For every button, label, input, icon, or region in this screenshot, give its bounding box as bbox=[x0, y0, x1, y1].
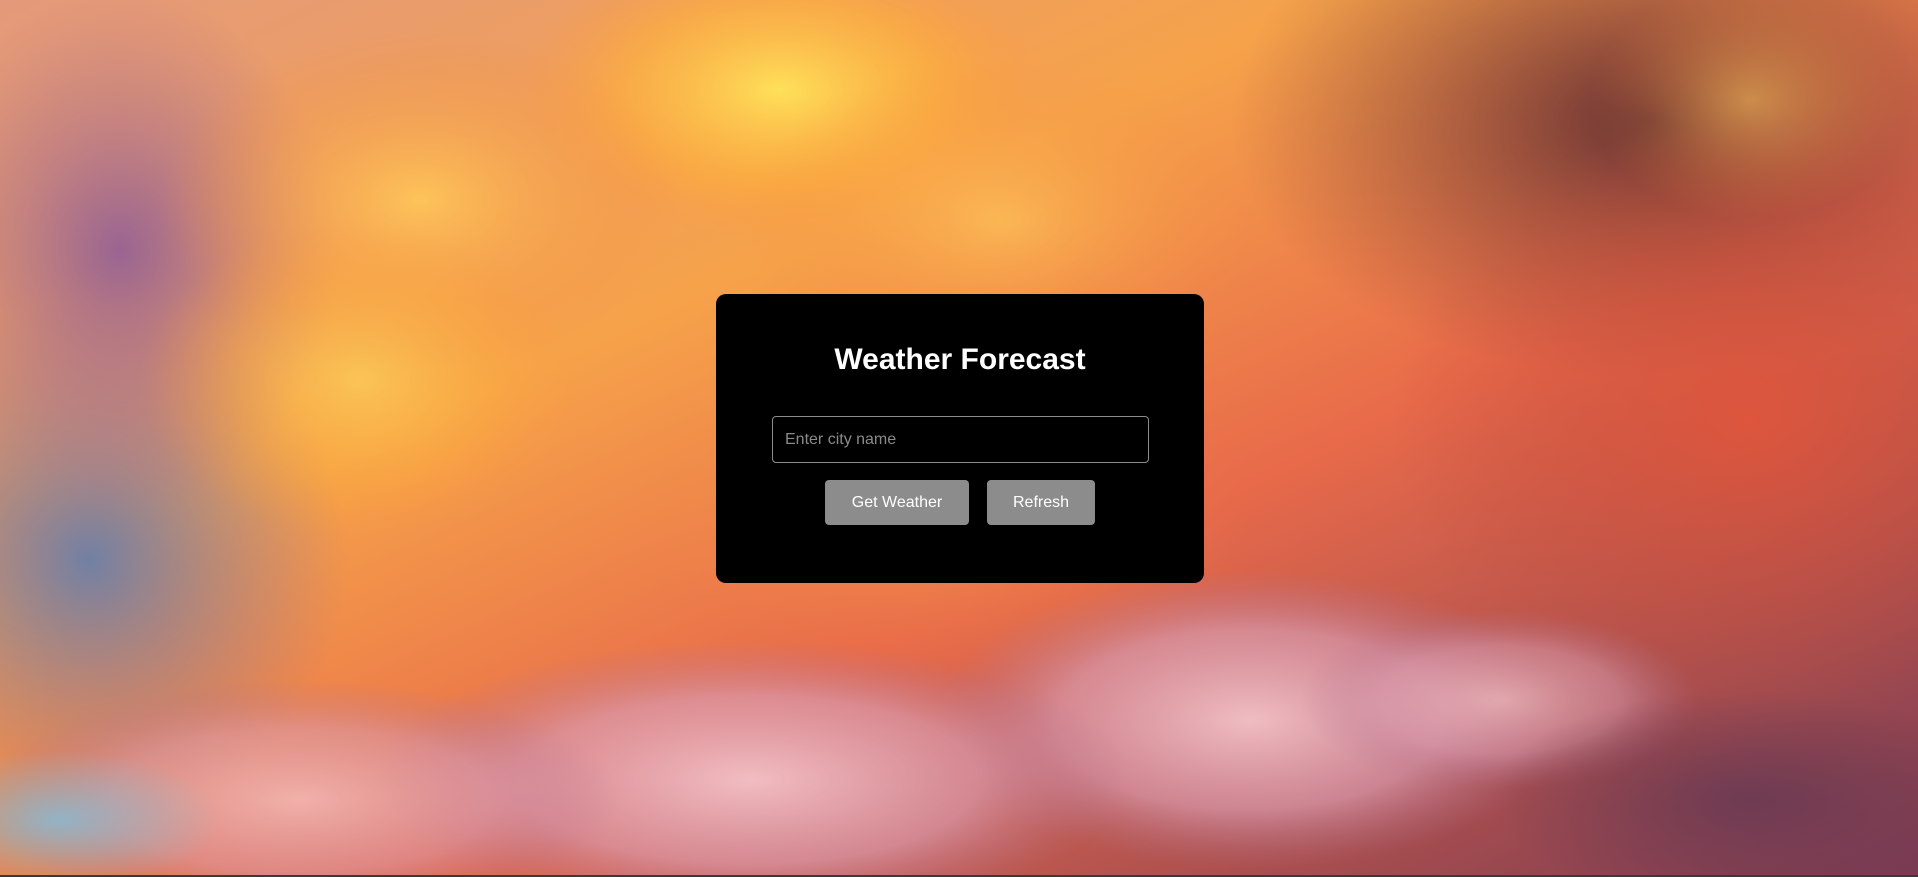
page: Weather Forecast Get Weather Refresh bbox=[0, 0, 1918, 877]
weather-card: Weather Forecast Get Weather Refresh bbox=[716, 294, 1204, 583]
button-row: Get Weather Refresh bbox=[716, 480, 1204, 525]
page-title: Weather Forecast bbox=[834, 343, 1086, 376]
get-weather-button[interactable]: Get Weather bbox=[825, 480, 969, 525]
city-search-input[interactable] bbox=[772, 416, 1149, 463]
refresh-button[interactable]: Refresh bbox=[987, 480, 1095, 525]
